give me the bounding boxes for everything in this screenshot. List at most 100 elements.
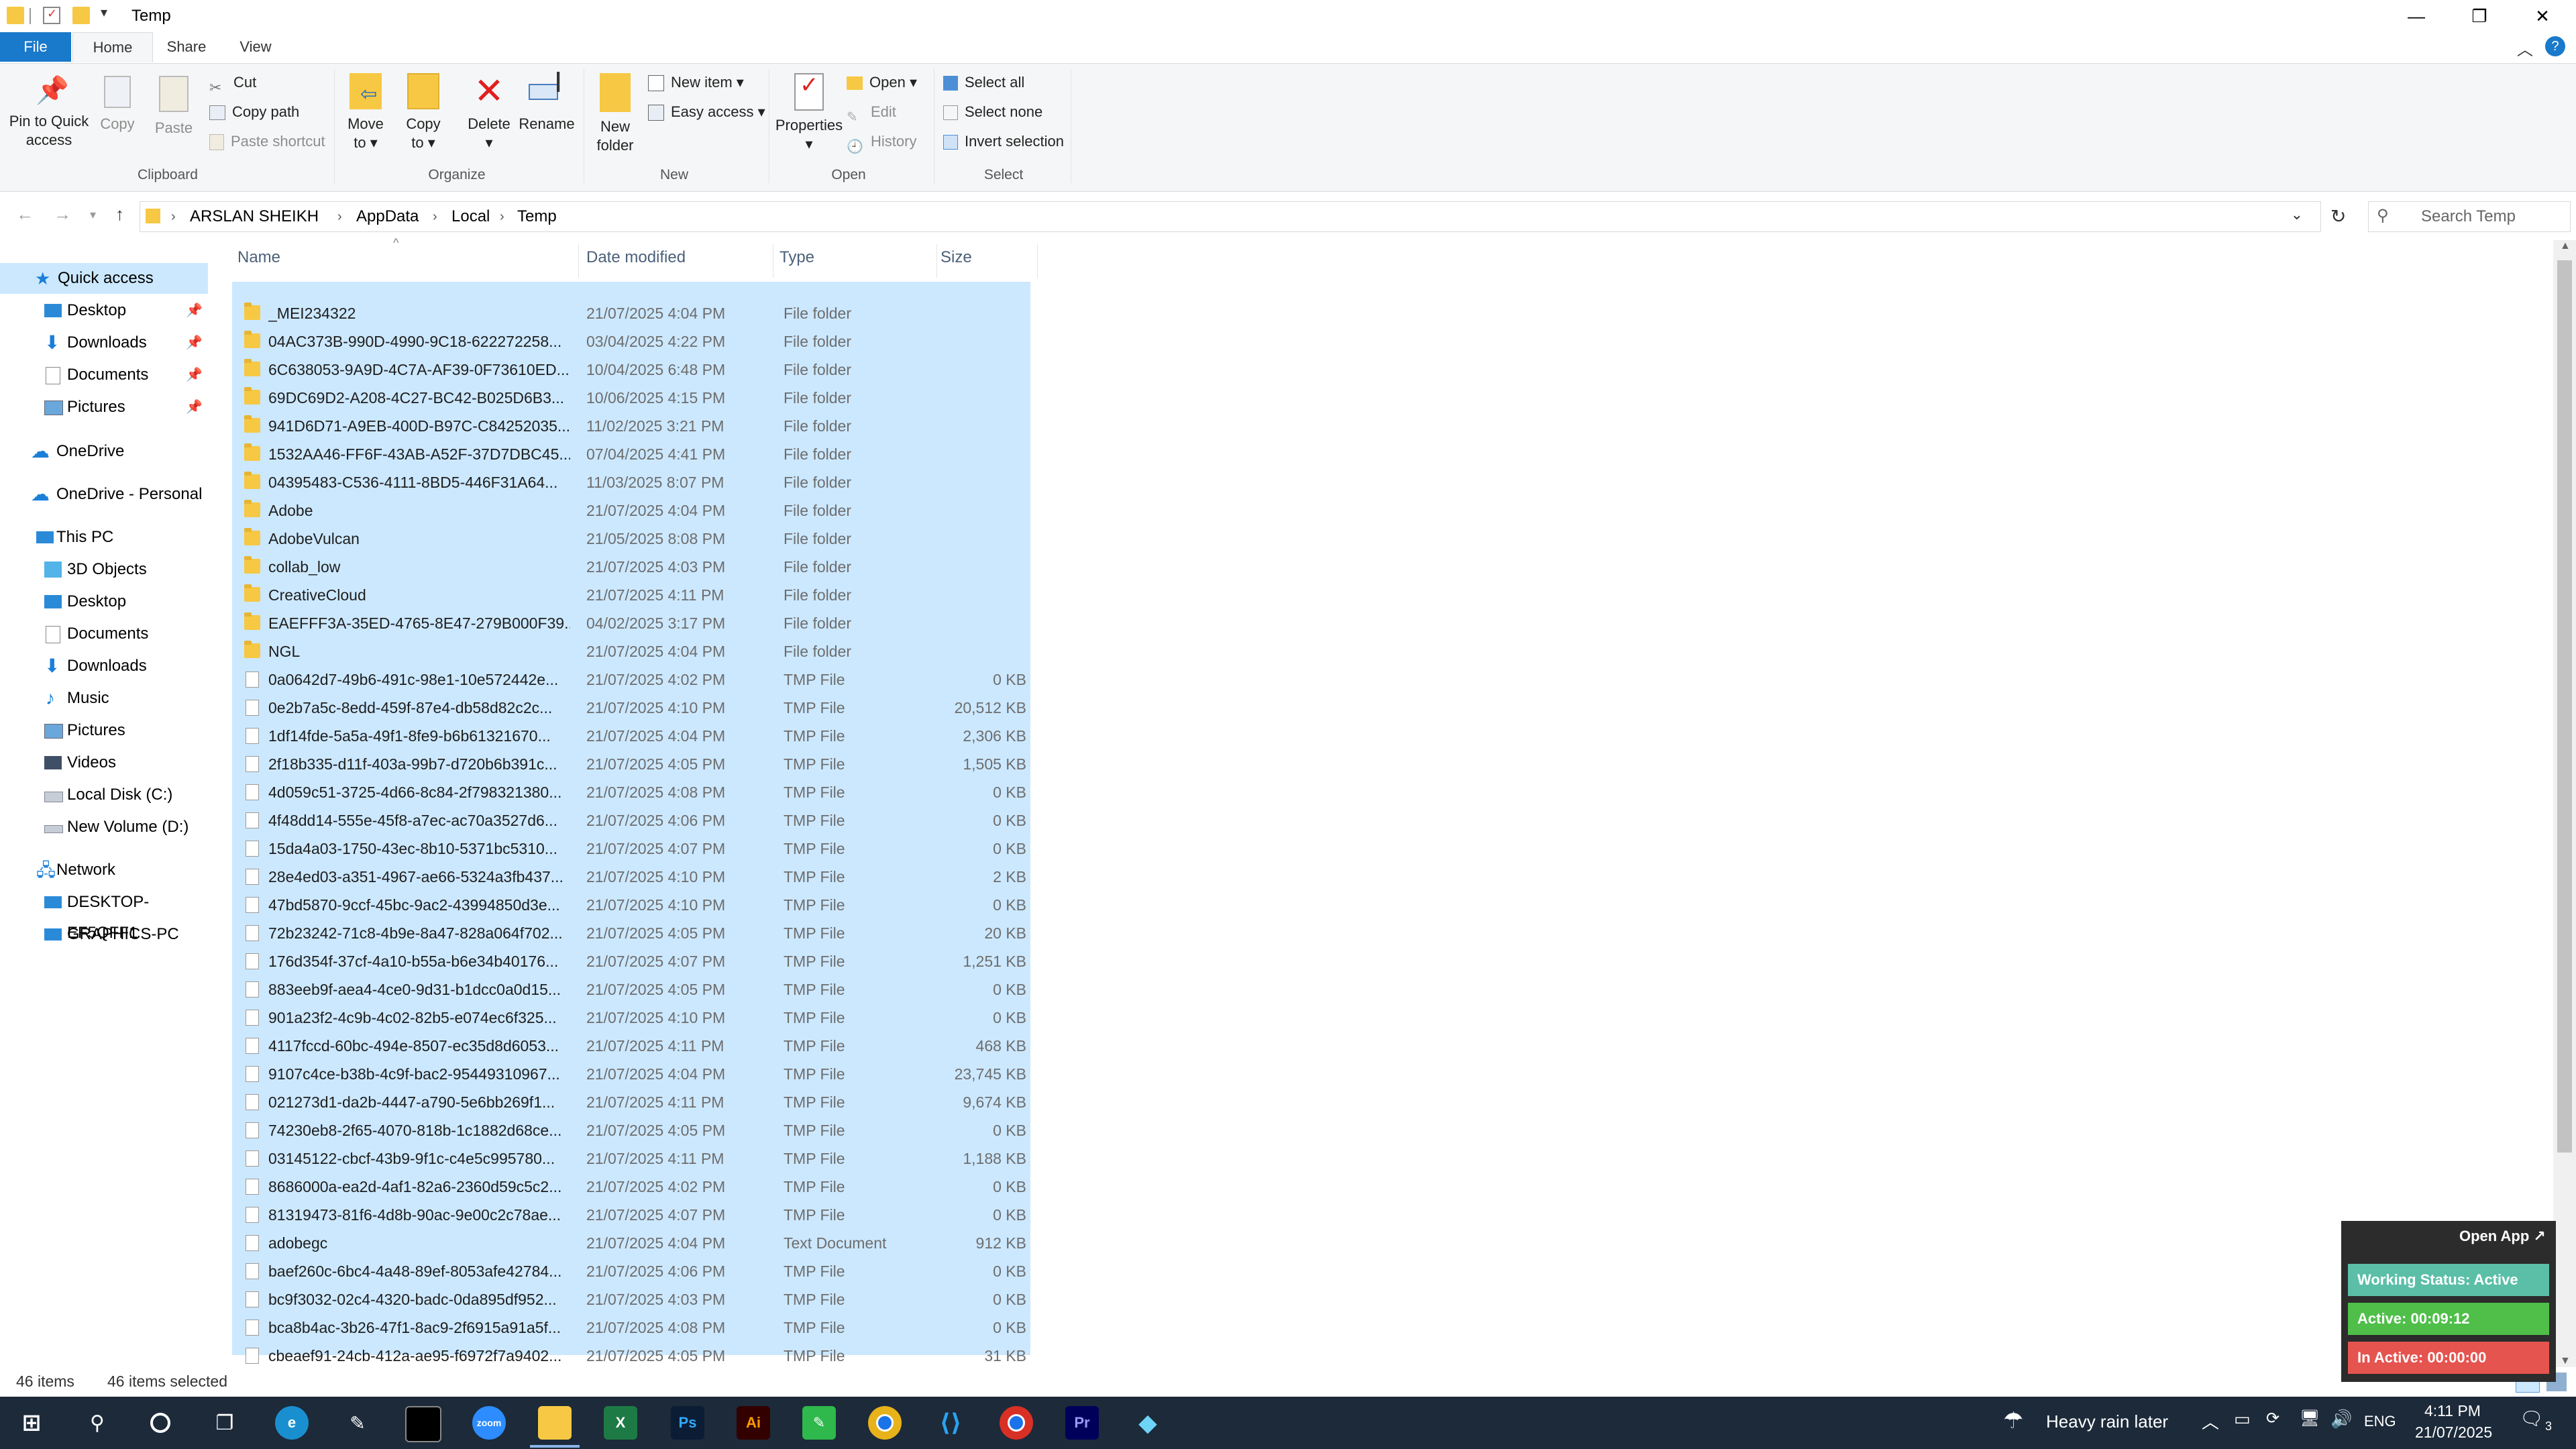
search-icon[interactable]: ⚲ <box>80 1406 114 1440</box>
vscode-icon[interactable]: ⟨⟩ <box>934 1406 967 1440</box>
task-view-icon[interactable]: ❐ <box>208 1406 241 1440</box>
illustrator-icon[interactable]: Ai <box>737 1406 770 1440</box>
nav-pc-new-volume[interactable]: New Volume (D:) <box>0 812 208 843</box>
language-indicator[interactable]: ENG <box>2364 1413 2396 1430</box>
customize-quick-access-icon[interactable]: ▾ <box>101 4 107 21</box>
nav-qa-documents[interactable]: Documents 📌 <box>0 360 208 390</box>
delete-dropdown-icon[interactable]: ▾ <box>460 133 518 152</box>
tab-share[interactable]: Share <box>154 32 219 62</box>
green-app-icon[interactable]: ✎ <box>802 1406 836 1440</box>
nav-pc-documents[interactable]: Documents <box>0 619 208 649</box>
paste-button[interactable]: Paste <box>148 76 200 138</box>
breadcrumb-appdata[interactable]: AppData <box>356 202 419 231</box>
photoshop-icon[interactable]: Ps <box>671 1406 704 1440</box>
nav-this-pc[interactable]: This PC <box>0 522 208 553</box>
nav-onedrive-personal[interactable]: ☁ OneDrive - Personal <box>0 479 208 510</box>
file-row[interactable]: 8686000a-ea2d-4af1-82a6-2360d59c5c2... 21… <box>232 1173 1030 1201</box>
nav-pc-pictures[interactable]: Pictures <box>0 715 208 746</box>
update-icon[interactable]: ⟳ <box>2266 1409 2279 1428</box>
file-row[interactable]: CreativeCloud 21/07/2025 4:11 PM File fold… <box>232 581 1030 609</box>
file-row[interactable]: baef260c-6bc4-4a48-89ef-8053afe42784... 2… <box>232 1257 1030 1285</box>
nav-network-graphics[interactable]: GRAPHICS-PC <box>0 919 208 950</box>
copy-to-button[interactable]: Copy to ▾ <box>397 73 449 152</box>
column-header-name[interactable]: Name <box>237 248 280 267</box>
search-placeholder[interactable]: Search Temp <box>2421 207 2516 226</box>
pen-icon[interactable]: ✎ <box>341 1406 374 1440</box>
file-row[interactable]: 47bd5870-9ccf-45bc-9ac2-43994850d3e... 21… <box>232 891 1030 919</box>
delete-button[interactable]: ✕ Delete ▾ <box>460 73 518 152</box>
column-header-date[interactable]: Date modified <box>586 248 686 267</box>
edit-button[interactable]: ✎ Edit <box>847 99 896 125</box>
meet-now-icon[interactable]: ▭ <box>2234 1409 2251 1430</box>
file-row[interactable]: 28e4ed03-a351-4967-ae66-5324a3fb437... 21… <box>232 863 1030 891</box>
file-row[interactable]: 1532AA46-FF6F-43AB-A52F-37D7DBC45... 07/0… <box>232 440 1030 468</box>
new-item-button[interactable]: New item ▾ <box>648 69 744 96</box>
file-row[interactable]: 1df14fde-5a5a-49f1-8fe9-b6b61321670... 21… <box>232 722 1030 750</box>
close-button[interactable]: ✕ <box>2512 0 2573 32</box>
file-row[interactable]: 04395483-C536-4111-8BD5-446F31A64... 11/0… <box>232 468 1030 496</box>
rename-button[interactable]: I Rename <box>518 68 576 133</box>
nav-network-desktop[interactable]: DESKTOP-EF5QFF1 <box>0 887 208 942</box>
file-row[interactable]: 4d059c51-3725-4d66-8c84-2f798321380... 21… <box>232 778 1030 806</box>
file-row[interactable]: _MEI234322 21/07/2025 4:04 PM File folder <box>232 299 1030 327</box>
file-row[interactable]: 941D6D71-A9EB-400D-B97C-C84252035... 11/0… <box>232 412 1030 440</box>
copy-button[interactable]: Copy <box>95 76 140 133</box>
refresh-icon[interactable]: ↻ <box>2330 205 2346 227</box>
file-explorer-icon[interactable] <box>538 1406 572 1440</box>
nav-pc-videos[interactable]: Videos <box>0 747 208 778</box>
nav-pc-downloads[interactable]: ⬇ Downloads <box>0 651 208 682</box>
file-row[interactable]: AdobeVulcan 21/05/2025 8:08 PM File folder <box>232 525 1030 553</box>
tab-home[interactable]: Home <box>72 32 153 62</box>
excel-icon[interactable]: X <box>604 1406 637 1440</box>
collapse-ribbon-icon[interactable]: ︿ <box>2517 36 2533 60</box>
breadcrumb-temp[interactable]: Temp <box>517 202 557 231</box>
properties-button[interactable]: ✓ Properties ▾ <box>773 73 845 154</box>
scroll-up-icon[interactable]: ▲ <box>2560 240 2571 252</box>
nav-qa-downloads[interactable]: ⬇ Downloads 📌 <box>0 327 208 358</box>
forward-arrow-icon[interactable]: → <box>54 204 71 225</box>
weather-text[interactable]: Heavy rain later <box>2046 1411 2168 1432</box>
file-row[interactable]: 81319473-81f6-4d8b-90ac-9e00c2c78ae... 21… <box>232 1201 1030 1229</box>
nav-pc-3d-objects[interactable]: 3D Objects <box>0 554 208 585</box>
chrome-profile-icon[interactable] <box>1000 1406 1033 1440</box>
nav-qa-desktop[interactable]: Desktop 📌 <box>0 295 208 326</box>
select-none-button[interactable]: Select none <box>943 99 1042 125</box>
nav-network[interactable]: 🖧 Network <box>0 855 208 885</box>
file-row[interactable]: cbeaef91-24cb-412a-ae95-f6972f7a9402... 2… <box>232 1342 1030 1370</box>
clock-date[interactable]: 21/07/2025 <box>2415 1424 2492 1442</box>
column-divider[interactable] <box>578 244 579 278</box>
weather-icon[interactable]: ☂ <box>2003 1407 2023 1434</box>
file-row[interactable]: 2f18b335-d11f-403a-99b7-d720b6b391c... 21… <box>232 750 1030 778</box>
terminal-icon[interactable] <box>405 1406 441 1442</box>
tab-file[interactable]: File <box>0 32 71 62</box>
file-row[interactable]: 6C638053-9A9D-4C7A-AF39-0F73610ED... 10/0… <box>232 356 1030 384</box>
premiere-icon[interactable]: Pr <box>1065 1406 1099 1440</box>
address-bar[interactable]: › ARSLAN SHEIKH › AppData › Local › Temp… <box>140 201 2321 232</box>
file-row[interactable]: 72b23242-71c8-4b9e-8a47-828a064f702... 21… <box>232 919 1030 947</box>
nav-pc-local-disk[interactable]: Local Disk (C:) <box>0 780 208 810</box>
scroll-down-icon[interactable]: ▼ <box>2560 1355 2571 1367</box>
file-row[interactable]: 03145122-cbcf-43b9-9f1c-c4e5c995780... 21… <box>232 1144 1030 1173</box>
tab-view[interactable]: View <box>224 32 287 62</box>
restore-button[interactable]: ❐ <box>2449 0 2510 32</box>
new-folder-quick-icon[interactable] <box>72 7 90 24</box>
file-row[interactable]: adobegc 21/07/2025 4:04 PM Text Document 91… <box>232 1229 1030 1257</box>
file-row[interactable]: 0e2b7a5c-8edd-459f-87e4-db58d82c2c... 21/… <box>232 694 1030 722</box>
select-all-button[interactable]: Select all <box>943 69 1024 96</box>
search-box[interactable]: ⚲ Search Temp <box>2368 201 2571 232</box>
invert-selection-button[interactable]: Invert selection <box>943 128 1064 155</box>
file-row[interactable]: Adobe 21/07/2025 4:04 PM File folder <box>232 496 1030 525</box>
nav-onedrive[interactable]: ☁ OneDrive <box>0 436 208 467</box>
column-divider[interactable] <box>936 244 937 278</box>
open-app-link[interactable]: Open App ↗ <box>2459 1228 2546 1245</box>
file-row[interactable]: NGL 21/07/2025 4:04 PM File folder <box>232 637 1030 665</box>
scrollbar-thumb[interactable] <box>2557 260 2572 1152</box>
file-row[interactable]: 901a23f2-4c9b-4c02-82b5-e074ec6f325... 21… <box>232 1004 1030 1032</box>
recent-locations-icon[interactable]: ▾ <box>90 208 96 222</box>
network-tray-icon[interactable]: 🖥 <box>2300 1409 2320 1428</box>
file-row[interactable]: 883eeb9f-aea4-4ce0-9d31-b1dcc0a0d15... 21… <box>232 975 1030 1004</box>
column-divider[interactable] <box>1037 244 1038 278</box>
chrome-icon[interactable] <box>868 1406 902 1440</box>
nav-qa-pictures[interactable]: Pictures 📌 <box>0 392 208 423</box>
up-arrow-icon[interactable]: ↑ <box>115 204 124 225</box>
